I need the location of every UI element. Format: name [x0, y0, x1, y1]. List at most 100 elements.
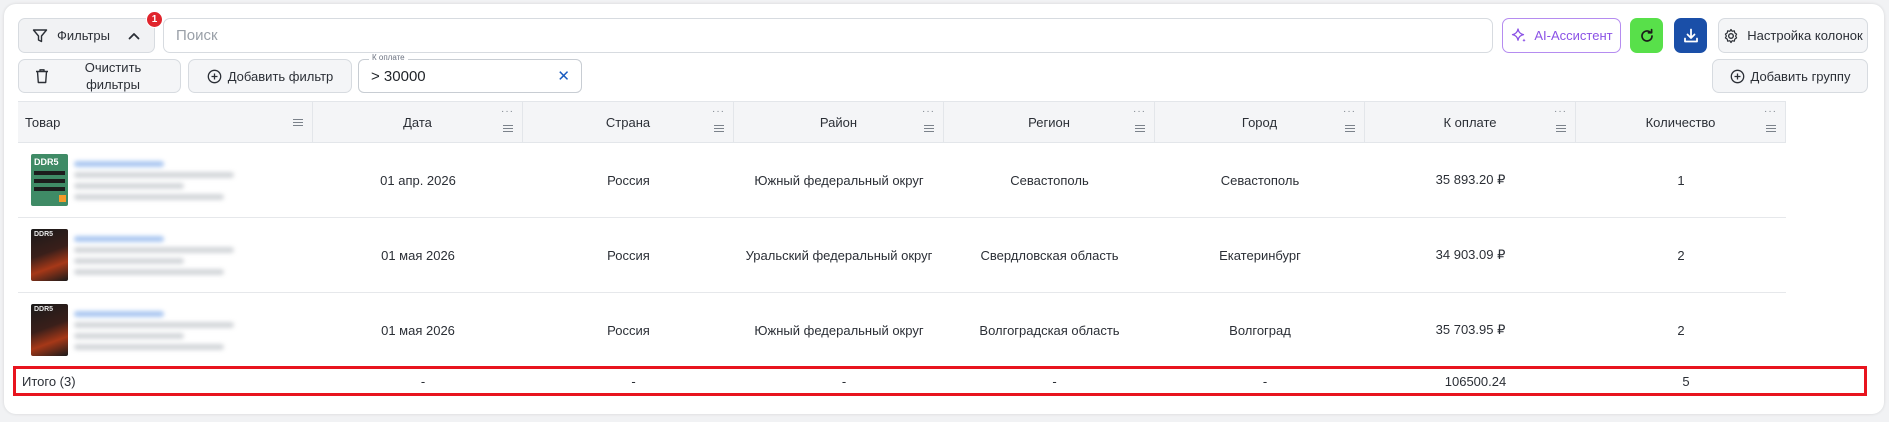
column-header-country[interactable]: Страна ··· [523, 102, 734, 142]
chevron-up-icon[interactable] [127, 29, 141, 43]
column-header-city[interactable]: Город ··· [1155, 102, 1365, 142]
date-cell: 01 мая 2026 [381, 247, 455, 263]
quantity-cell: 2 [1677, 322, 1685, 338]
orders-table: Товар Дата ··· Страна ··· Район ··· Реги… [18, 101, 1786, 368]
column-header-label: Количество [1645, 114, 1716, 130]
more-dots-icon[interactable]: ··· [1343, 106, 1356, 117]
table-row[interactable]: DDR5 01 мая 2026 Россия Уральский федера… [18, 218, 1786, 293]
totals-label: Итого (3) [22, 373, 76, 389]
region-cell: Севастополь [1010, 172, 1089, 188]
column-menu-icon[interactable] [1766, 125, 1776, 132]
column-header-label: Регион [1028, 114, 1070, 130]
add-filter-label: Добавить фильтр [227, 68, 334, 84]
column-header-label: Дата [403, 114, 432, 130]
table-row[interactable]: DDR5 01 мая 2026 Россия Южный федеральны… [18, 293, 1786, 368]
download-icon [1682, 27, 1700, 45]
download-button[interactable] [1674, 18, 1707, 53]
add-group-button[interactable]: Добавить группу [1712, 59, 1868, 93]
product-thumbnail: DDR5 [31, 304, 68, 356]
gear-icon [1723, 28, 1739, 44]
clear-filter-icon[interactable]: ✕ [557, 67, 570, 85]
quantity-cell: 2 [1677, 247, 1685, 263]
more-dots-icon[interactable]: ··· [922, 106, 935, 117]
payment-cell: 35 893.20 ₽ [1435, 172, 1506, 187]
column-menu-icon[interactable] [1135, 125, 1145, 132]
clear-filters-label: Очистить фильтры [84, 60, 142, 92]
clear-filters-button[interactable]: Очистить фильтры [18, 59, 181, 93]
trash-icon [35, 68, 49, 84]
thumbnail-text: DDR5 [34, 231, 54, 238]
filters-toggle-button[interactable]: Фильтры [18, 18, 155, 53]
region-cell: Волгоградская область [979, 322, 1120, 338]
product-info-blurred [74, 160, 234, 200]
product-thumbnail: DDR5 [31, 154, 68, 206]
more-dots-icon[interactable]: ··· [1764, 106, 1777, 117]
totals-quantity: 5 [1682, 373, 1690, 389]
totals-date: - [420, 373, 426, 389]
column-menu-icon[interactable] [503, 125, 513, 132]
more-dots-icon[interactable]: ··· [712, 106, 725, 117]
payment-cell: 34 903.09 ₽ [1435, 247, 1506, 262]
product-cell[interactable]: DDR5 [18, 218, 313, 292]
date-cell: 01 апр. 2026 [380, 172, 456, 188]
filters-count-badge: 1 [146, 11, 163, 28]
country-cell: Россия [607, 172, 650, 188]
product-cell[interactable]: DDR5 [18, 143, 313, 217]
country-cell: Россия [607, 247, 650, 263]
plus-circle-icon [207, 69, 222, 84]
column-header-label: Страна [605, 114, 651, 130]
column-header-label: Товар [25, 114, 61, 130]
product-info-blurred [74, 310, 234, 350]
totals-country: - [631, 373, 636, 389]
country-cell: Россия [607, 322, 650, 338]
column-header-district[interactable]: Район ··· [734, 102, 944, 142]
column-header-region[interactable]: Регион ··· [944, 102, 1155, 142]
column-menu-icon[interactable] [293, 119, 303, 126]
column-header-label: К оплате [1443, 114, 1497, 130]
column-header-payment[interactable]: К оплате ··· [1365, 102, 1576, 142]
district-cell: Южный федеральный округ [754, 172, 924, 188]
more-dots-icon[interactable]: ··· [1133, 106, 1146, 117]
filter-funnel-icon [32, 28, 48, 44]
ai-assistant-label: AI-Ассистент [1534, 28, 1613, 43]
product-thumbnail: DDR5 [31, 229, 68, 281]
column-settings-button[interactable]: Настройка колонок [1718, 18, 1868, 53]
product-cell[interactable]: DDR5 [18, 293, 313, 367]
column-header-label: Район [819, 114, 858, 130]
add-group-label: Добавить группу [1750, 68, 1851, 84]
column-header-label: Город [1241, 114, 1278, 130]
more-dots-icon[interactable]: ··· [501, 106, 514, 117]
totals-region: - [1052, 373, 1057, 389]
district-cell: Южный федеральный округ [754, 322, 924, 338]
more-dots-icon[interactable]: ··· [1554, 106, 1567, 117]
column-header-quantity[interactable]: Количество ··· [1576, 102, 1786, 142]
totals-district: - [841, 373, 847, 389]
column-header-product[interactable]: Товар [18, 102, 313, 142]
thumbnail-text: DDR5 [34, 157, 59, 167]
column-menu-icon[interactable] [1556, 125, 1566, 132]
column-menu-icon[interactable] [714, 125, 724, 132]
column-header-date[interactable]: Дата ··· [313, 102, 523, 142]
city-cell: Волгоград [1229, 322, 1291, 338]
city-cell: Екатеринбург [1219, 247, 1301, 263]
payment-filter-field[interactable]: К оплате > 30000 ✕ [358, 53, 582, 93]
add-filter-button[interactable]: Добавить фильтр [188, 59, 352, 93]
payment-cell: 35 703.95 ₽ [1435, 322, 1506, 337]
column-menu-icon[interactable] [924, 125, 934, 132]
column-menu-icon[interactable] [1345, 125, 1355, 132]
refresh-icon [1638, 27, 1656, 45]
table-header: Товар Дата ··· Страна ··· Район ··· Реги… [18, 101, 1786, 143]
payment-filter-label: К оплате [369, 53, 408, 62]
table-row[interactable]: DDR5 01 апр. 2026 Россия Южный федеральн… [18, 143, 1786, 218]
filters-label: Фильтры [56, 28, 110, 43]
search-input[interactable] [163, 18, 1493, 53]
ai-assistant-button[interactable]: AI-Ассистент [1502, 18, 1621, 53]
plus-circle-icon [1730, 69, 1745, 84]
city-cell: Севастополь [1220, 172, 1300, 188]
payment-filter-value[interactable]: > 30000 [371, 68, 426, 85]
product-info-blurred [74, 235, 234, 275]
thumbnail-text: DDR5 [34, 306, 54, 313]
date-cell: 01 мая 2026 [381, 322, 455, 338]
refresh-button[interactable] [1630, 18, 1663, 53]
region-cell: Свердловская область [980, 247, 1119, 263]
